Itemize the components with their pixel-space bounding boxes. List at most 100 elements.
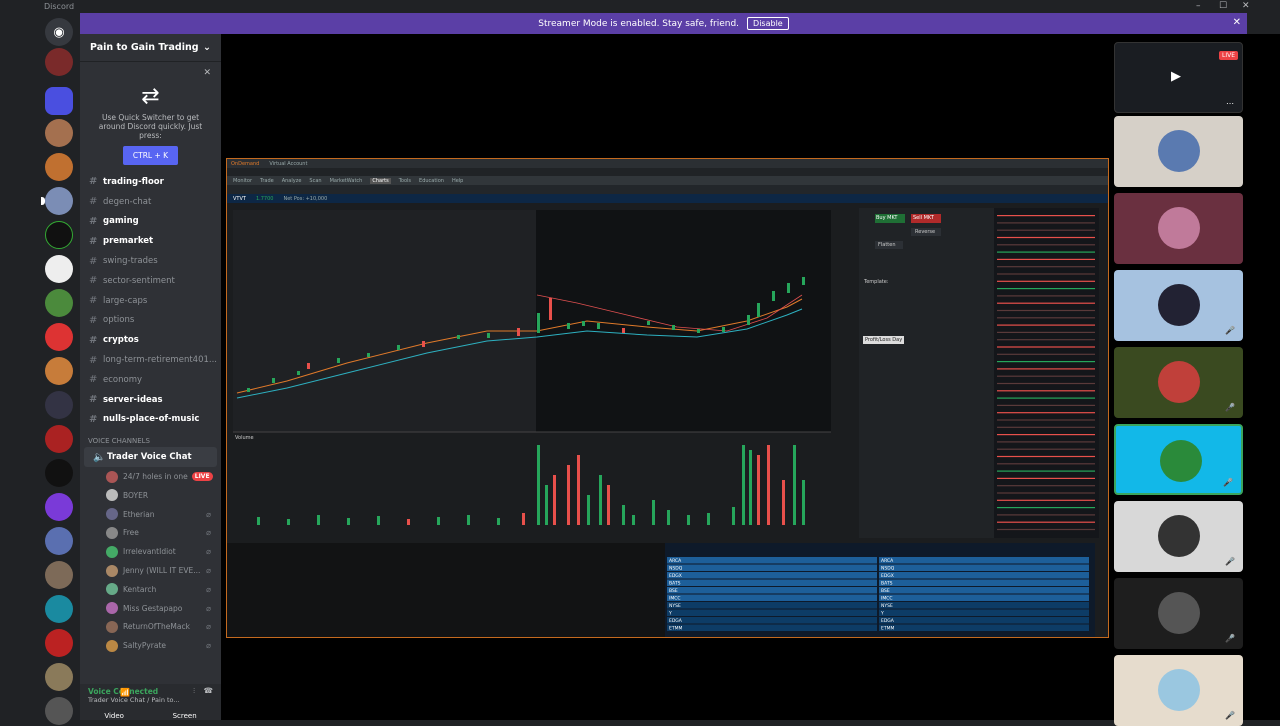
voice-user[interactable]: IrrelevantIdiot ⌀ (80, 542, 221, 561)
platform-menu-item[interactable]: Analyze (282, 178, 302, 184)
disconnect-icon[interactable]: ☎ (204, 686, 213, 695)
symbol[interactable]: VTVT (233, 196, 246, 202)
channel-item[interactable]: # cryptos (80, 330, 221, 350)
noise-icon[interactable]: ⫶ (193, 686, 195, 696)
level2-row (667, 617, 877, 624)
volume-bar (407, 519, 410, 525)
buy-mkt-button[interactable]: Buy MKT (876, 215, 897, 221)
voice-channel[interactable]: 🔈 Trader Voice Chat (84, 447, 217, 468)
server-icon[interactable] (45, 663, 73, 691)
server-icon[interactable] (45, 357, 73, 385)
voice-user[interactable]: Jenny (WILL IT EVE... ⌀ (80, 561, 221, 580)
server-icon[interactable] (45, 221, 73, 249)
voice-user[interactable]: Kentarch ⌀ (80, 580, 221, 599)
close-banner-icon[interactable]: ✕ (1233, 17, 1241, 28)
more-icon[interactable]: ⋯ (1226, 99, 1234, 108)
arrows-icon: ⇄ (141, 84, 160, 109)
server-icon[interactable] (45, 48, 73, 76)
participant-tile[interactable]: 🎤 (1114, 347, 1243, 418)
server-icon[interactable] (45, 255, 73, 283)
shortcut-button[interactable]: CTRL + K (122, 146, 179, 165)
server-icon[interactable] (45, 323, 73, 351)
close-window-icon[interactable]: ✕ (1242, 1, 1250, 11)
server-icon[interactable] (45, 697, 73, 725)
screen-button[interactable]: Screen (173, 712, 197, 720)
channel-item[interactable]: # long-term-retirement401... (80, 350, 221, 370)
participant-tile[interactable]: 🎤 (1114, 501, 1243, 572)
channel-item[interactable]: # swing-trades (80, 251, 221, 271)
video-button[interactable]: Video (104, 712, 124, 720)
server-icon[interactable] (45, 119, 73, 147)
disable-button[interactable]: Disable (747, 17, 789, 30)
channel-item[interactable]: # gaming (80, 212, 221, 232)
channel-item[interactable]: # nulls-place-of-music (80, 410, 221, 430)
platform-menu-item[interactable]: MarketWatch (330, 178, 363, 184)
sell-mkt-button[interactable]: Sell MKT (913, 215, 934, 221)
voice-channel-name: Trader Voice Chat (107, 452, 192, 463)
participant-tile[interactable]: 🎤 (1114, 578, 1243, 649)
voice-user[interactable]: Free ⌀ (80, 524, 221, 543)
folder-icon[interactable] (45, 87, 73, 115)
channel-item[interactable]: # economy (80, 370, 221, 390)
maximize-icon[interactable]: ☐ (1219, 1, 1227, 11)
server-icon[interactable] (45, 629, 73, 657)
server-icon[interactable] (45, 425, 73, 453)
platform-menu-item[interactable]: Trade (260, 178, 274, 184)
platform-menu-item[interactable]: Education (419, 178, 444, 184)
level2-row (879, 602, 1089, 609)
participant-tile[interactable]: 🎤 (1114, 655, 1243, 726)
voice-category[interactable]: VOICE CHANNELS (80, 429, 221, 447)
candle (457, 335, 460, 339)
avatar (106, 508, 118, 521)
platform-menu-item[interactable]: Help (452, 178, 463, 184)
voice-connected-detail[interactable]: Trader Voice Chat / Pain to... (80, 696, 221, 704)
voice-user[interactable]: Etherian ⌀ (80, 505, 221, 524)
server-icon[interactable] (45, 391, 73, 419)
close-tip-icon[interactable]: ✕ (203, 68, 211, 78)
discord-home-icon[interactable]: ◉ (45, 18, 73, 46)
server-icon[interactable] (45, 153, 73, 181)
voice-user[interactable]: Miss Gestapapo ⌀ (80, 599, 221, 618)
trading-platform-stream[interactable]: OnDemand Virtual Account Monitor Trade Ana… (226, 158, 1109, 638)
server-icon[interactable] (45, 459, 73, 487)
voice-user[interactable]: 24/7 holes in one LIVE (80, 467, 221, 486)
channel-item[interactable]: # degen-chat (80, 192, 221, 212)
live-badge: LIVE (191, 472, 213, 482)
participant-tile[interactable] (1114, 193, 1243, 264)
server-icon[interactable] (45, 527, 73, 555)
candle (757, 303, 760, 317)
volume-bar (732, 507, 735, 525)
server-icon[interactable] (41, 187, 73, 215)
server-icon[interactable] (45, 289, 73, 317)
channel-item[interactable]: # large-caps (80, 291, 221, 311)
time-sales-row (997, 470, 1095, 472)
channel-item[interactable]: # sector-sentiment (80, 271, 221, 291)
chevron-down-icon[interactable]: ⌄ (203, 42, 211, 53)
server-icon[interactable] (45, 595, 73, 623)
guild-header[interactable]: Pain to Gain Trading ⌄ (80, 34, 221, 62)
stream-preview-tile[interactable]: LIVE ▶ ⋯ (1114, 42, 1243, 113)
avatar (1158, 284, 1200, 326)
participant-tile[interactable]: 🎤 (1114, 270, 1243, 341)
voice-user[interactable]: SaltyPyrate ⌀ (80, 636, 221, 655)
minimize-icon[interactable]: – (1196, 1, 1201, 11)
voice-user-name: IrrelevantIdiot (123, 547, 176, 557)
platform-menu-item[interactable]: Tools (399, 178, 411, 184)
server-icon[interactable] (45, 561, 73, 589)
channel-item[interactable]: # options (80, 311, 221, 331)
reverse-button[interactable]: Reverse (915, 229, 935, 235)
participant-tile[interactable] (1114, 116, 1243, 187)
platform-menu-item[interactable]: Monitor (233, 178, 252, 184)
participant-tile-speaking[interactable]: 🎤 (1114, 424, 1243, 495)
platform-menu-item[interactable]: Charts (370, 177, 391, 184)
voice-user[interactable]: ReturnOfTheMack ⌀ (80, 618, 221, 637)
platform-menu-item[interactable]: Scan (309, 178, 321, 184)
level2-row (879, 624, 1089, 631)
flatten-button[interactable]: Flatten (878, 242, 896, 248)
server-icon[interactable] (45, 493, 73, 521)
channel-item[interactable]: # premarket (80, 231, 221, 251)
channel-name: long-term-retirement401... (103, 355, 217, 366)
voice-user[interactable]: BOYER (80, 486, 221, 505)
channel-item[interactable]: # trading-floor (80, 172, 221, 192)
channel-item[interactable]: # server-ideas (80, 390, 221, 410)
